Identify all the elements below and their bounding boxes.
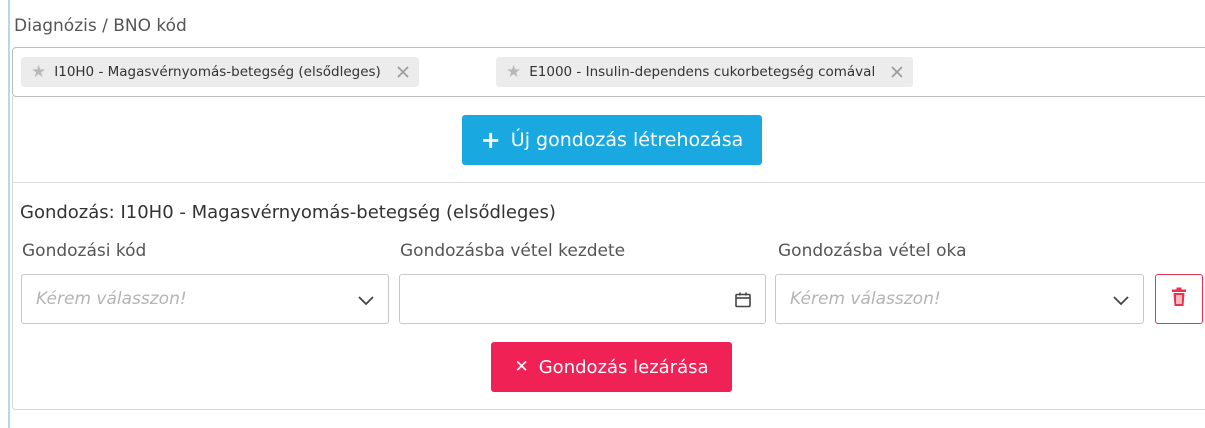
care-code-placeholder: Kérem válasszon! — [36, 289, 187, 309]
calendar-icon[interactable] — [733, 290, 753, 310]
close-care-button[interactable]: ✕ Gondozás lezárása — [491, 342, 732, 392]
divider — [12, 182, 1205, 183]
care-code-label: Gondozási kód — [22, 241, 147, 261]
close-icon: ✕ — [514, 357, 529, 377]
diagnosis-chip-label: E1000 - Insulin-dependens cukorbetegség … — [529, 64, 876, 80]
chevron-down-icon — [1111, 290, 1131, 310]
care-reason-placeholder: Kérem válasszon! — [790, 289, 941, 309]
care-title: Gondozás: I10H0 - Magasvérnyomás-betegsé… — [20, 202, 556, 223]
star-icon[interactable]: ★ — [31, 63, 46, 81]
plus-icon: + — [480, 126, 501, 154]
new-care-button-label: Új gondozás létrehozása — [510, 129, 744, 151]
trash-icon — [1170, 287, 1188, 311]
diagnosis-chip: ★ E1000 - Insulin-dependens cukorbetegsé… — [496, 57, 914, 87]
diagnosis-section-label: Diagnózis / BNO kód — [14, 16, 187, 36]
diagnosis-chip-label: I10H0 - Magasvérnyomás-betegség (elsődle… — [54, 64, 381, 80]
close-icon[interactable] — [395, 64, 411, 80]
close-care-button-label: Gondozás lezárása — [538, 356, 709, 378]
chevron-down-icon — [356, 290, 376, 310]
diagnosis-chip: ★ I10H0 - Magasvérnyomás-betegség (elsőd… — [21, 57, 419, 87]
care-reason-select[interactable]: Kérem válasszon! — [775, 274, 1144, 324]
care-code-select[interactable]: Kérem válasszon! — [21, 274, 389, 324]
close-icon[interactable] — [889, 64, 905, 80]
care-start-label: Gondozásba vétel kezdete — [400, 241, 626, 261]
delete-care-button[interactable] — [1155, 274, 1203, 324]
care-start-date-input[interactable] — [399, 274, 766, 324]
star-icon[interactable]: ★ — [506, 63, 521, 81]
diagnosis-multiselect[interactable]: ★ I10H0 - Magasvérnyomás-betegség (elsőd… — [12, 47, 1205, 97]
new-care-button[interactable]: + Új gondozás létrehozása — [462, 115, 762, 165]
left-border — [8, 0, 10, 428]
care-form-page: Diagnózis / BNO kód ★ I10H0 - Magasvérny… — [0, 0, 1205, 428]
care-reason-label: Gondozásba vétel oka — [778, 241, 967, 261]
